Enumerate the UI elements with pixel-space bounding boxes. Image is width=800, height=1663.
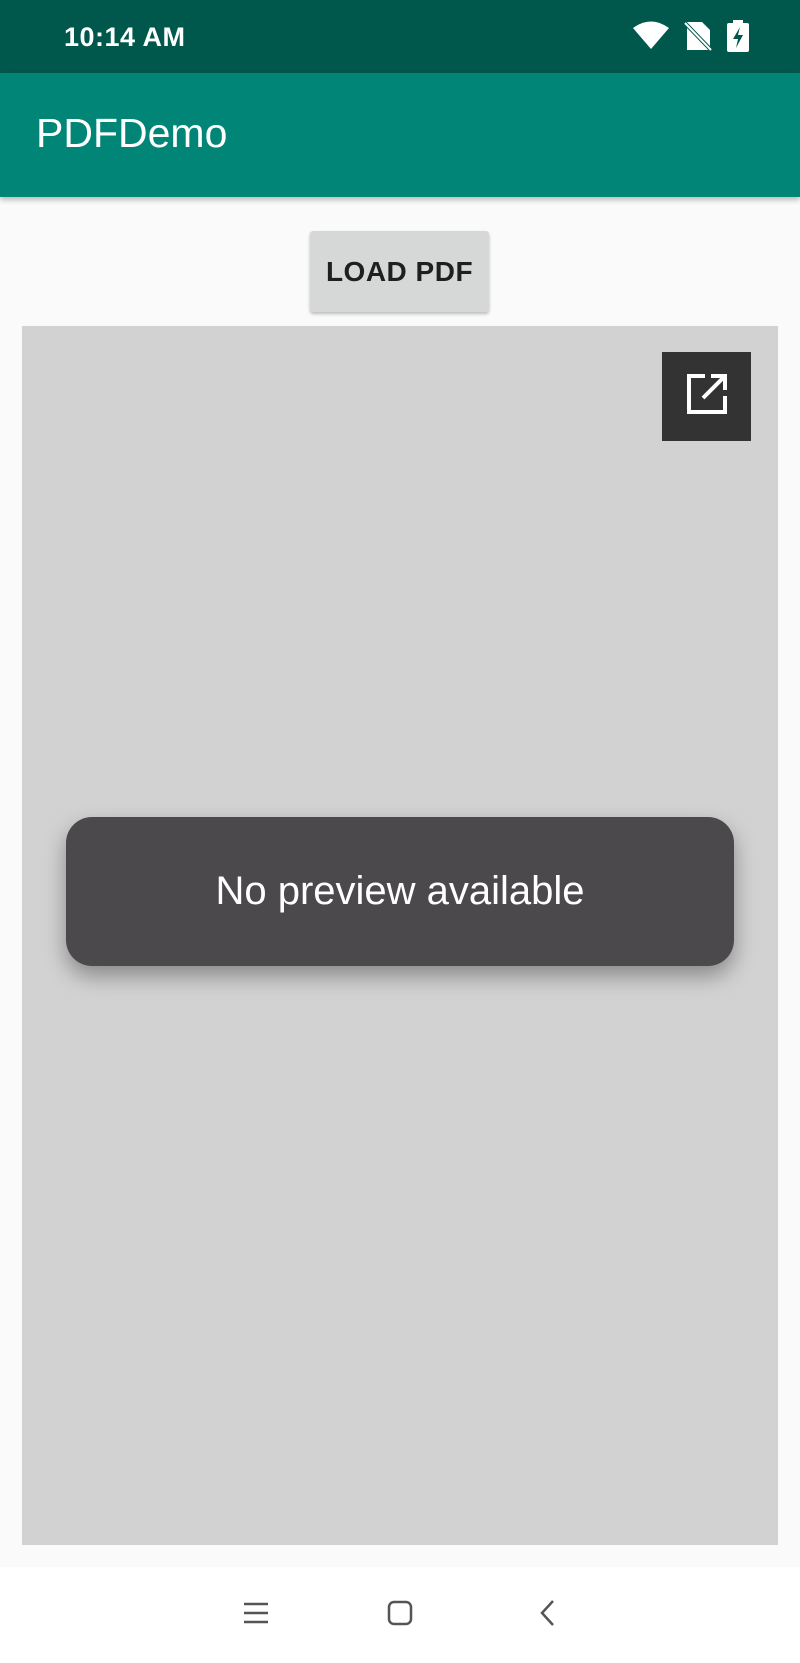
screen: 10:14 AM ↑↓ PDFDemo LOAD PDF No preview …: [0, 0, 800, 1663]
menu-icon: [242, 1601, 270, 1630]
status-icons: ↑↓: [632, 20, 750, 52]
back-button[interactable]: [522, 1589, 574, 1641]
toast: No preview available: [66, 817, 734, 966]
status-bar: 10:14 AM ↑↓: [0, 0, 800, 73]
open-in-new-icon: [685, 372, 729, 421]
no-sim-icon: [684, 20, 712, 52]
navigation-bar: [0, 1567, 800, 1663]
svg-text:↑↓: ↑↓: [658, 43, 670, 51]
battery-charging-icon: [726, 20, 750, 52]
home-icon: [386, 1599, 414, 1632]
recent-apps-button[interactable]: [230, 1589, 282, 1641]
toast-message: No preview available: [215, 869, 585, 913]
status-time: 10:14 AM: [64, 22, 186, 52]
home-button[interactable]: [374, 1589, 426, 1641]
app-bar: PDFDemo: [0, 73, 800, 197]
wifi-icon: ↑↓: [632, 21, 670, 51]
load-pdf-button[interactable]: LOAD PDF: [310, 231, 489, 312]
back-icon: [538, 1598, 558, 1633]
app-title: PDFDemo: [36, 110, 228, 156]
open-external-button[interactable]: [662, 352, 751, 441]
